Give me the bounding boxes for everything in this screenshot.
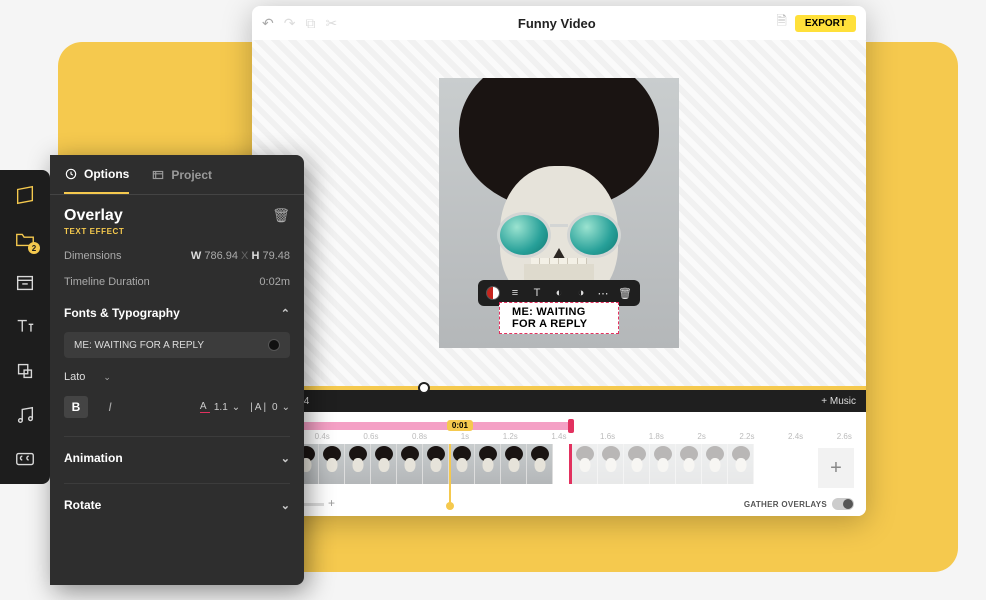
zoom-in-button[interactable]: + [328,496,335,510]
cc-tool-icon[interactable] [14,448,36,470]
add-music-button[interactable]: + Music [821,396,856,407]
scrub-bar[interactable] [252,386,866,390]
bold-button[interactable]: B [64,396,88,418]
text-tool-icon[interactable]: T [528,284,546,302]
tool-sidebar: 2 [0,170,50,484]
export-button[interactable]: EXPORT [795,15,856,32]
music-tool-icon[interactable] [14,404,36,426]
overlay-title: Overlay [64,207,124,225]
tab-options[interactable]: Options [64,155,129,194]
options-panel: Options Project Overlay TEXT EFFECT 🗑 Di… [50,155,304,585]
align-icon[interactable]: ≡ [506,284,524,302]
timeline: 0:01 0.2s0.4s0.6s0.8s1s1.2s1.4s1.6s1.8s2… [252,412,866,516]
italic-button[interactable]: I [98,396,122,418]
rotate-section-header[interactable]: Rotate⌄ [64,483,290,512]
thumbnail-strip[interactable] [264,444,854,484]
text-color-swatch[interactable] [268,339,280,351]
chevron-up-icon: ⌃ [281,307,290,320]
letter-spacing-control[interactable]: |A|0⌄ [250,402,290,413]
clip-tool-icon[interactable] [14,184,36,206]
add-clip-button[interactable]: + [818,448,854,488]
titlebar: ↶ ↷ ⧉ ✂ Funny Video 🗎 EXPORT [252,6,866,40]
undo-icon[interactable]: ↶ [262,15,274,32]
line-height-control[interactable]: A1.1⌄ [200,401,240,413]
more-icon[interactable]: ⋯ [594,284,612,302]
gather-overlays-toggle[interactable]: GATHER OVERLAYS [744,498,854,510]
time-bar: 0:01 / 0:04 + Music [252,390,866,412]
duration-row: Timeline Duration 0:02m [64,276,290,288]
overlay-text-input[interactable]: ME: WAITING FOR A REPLY [64,332,290,358]
text-tool-icon[interactable] [14,316,36,338]
cut-icon[interactable]: ✂ [325,15,337,32]
document-icon[interactable]: 🗎 [776,12,786,34]
clip-range[interactable]: 0:01 [264,422,854,430]
delete-icon[interactable]: 🗑 [616,284,634,302]
animation-section-header[interactable]: Animation⌄ [64,436,290,465]
overlay-subtitle: TEXT EFFECT [64,227,124,236]
copy-icon[interactable]: ⧉ [305,15,315,32]
shape-tool-icon[interactable] [14,360,36,382]
archive-tool-icon[interactable] [14,272,36,294]
chevron-down-icon: ⌄ [281,452,290,465]
delete-overlay-button[interactable]: 🗑 [272,207,290,224]
tab-project[interactable]: Project [151,155,212,194]
playhead-marker[interactable]: 0:01 [447,420,473,431]
color-swatch-icon[interactable] [484,284,502,302]
project-title[interactable]: Funny Video [337,16,776,31]
panel-tabs: Options Project [50,155,304,195]
fonts-section-header[interactable]: Fonts & Typography⌃ [64,306,290,320]
chevron-down-icon: ⌄ [103,372,111,383]
timeline-ticks: 0.2s0.4s0.6s0.8s1s1.2s1.4s1.6s1.8s2s2.2s… [264,432,854,444]
preview-canvas[interactable]: ≡ T ◐ ◑ ⋯ 🗑 ME: WAITING FOR A REPLY ⟳ 0° [252,40,866,386]
dimensions-row: Dimensions W 786.94 X H 79.48 [64,250,290,262]
redo-icon[interactable]: ↷ [284,15,296,32]
font-family-select[interactable]: Lato⌄ [64,368,111,386]
chevron-down-icon: ⌄ [281,499,290,512]
preview-frame: ≡ T ◐ ◑ ⋯ 🗑 ME: WAITING FOR A REPLY [439,78,679,348]
folder-badge: 2 [28,242,40,254]
caption-overlay[interactable]: ME: WAITING FOR A REPLY [499,302,619,334]
effect-1-icon[interactable]: ◐ [550,284,568,302]
effect-2-icon[interactable]: ◑ [572,284,590,302]
editor-window: ↶ ↷ ⧉ ✂ Funny Video 🗎 EXPORT ≡ T [252,6,866,516]
